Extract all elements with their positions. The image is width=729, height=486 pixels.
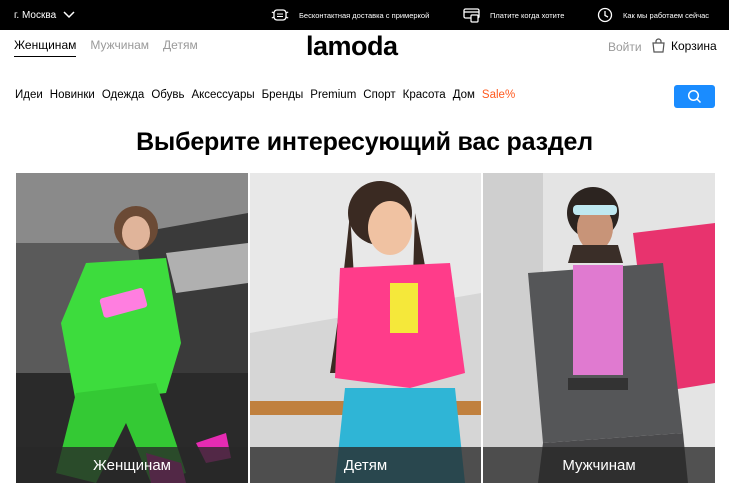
city-label: г. Москва: [14, 9, 57, 21]
nav-item-premium[interactable]: Premium: [310, 89, 356, 101]
tab-women[interactable]: Женщинам: [14, 38, 77, 57]
nav-item-shoes[interactable]: Обувь: [151, 89, 184, 101]
search-button[interactable]: [674, 85, 715, 108]
nav-item-sale[interactable]: Sale%: [482, 89, 515, 101]
nav-item-brands[interactable]: Бренды: [262, 89, 304, 101]
section-tile-women[interactable]: Женщинам: [16, 173, 248, 483]
nav-item-ideas[interactable]: Идеи: [15, 89, 43, 101]
section-tile-kids[interactable]: Детям: [250, 173, 481, 483]
nav-item-new[interactable]: Новинки: [50, 89, 95, 101]
promo-text: Платите когда хотите: [490, 10, 565, 20]
section-tile-men[interactable]: Мужчинам: [483, 173, 715, 483]
gender-tabs: Женщинам Мужчинам Детям: [14, 38, 198, 57]
tile-label: Детям: [250, 447, 481, 483]
card-terminal-icon: [463, 7, 480, 23]
promo-contactless-delivery[interactable]: Бесконтактная доставка с примеркой: [271, 0, 429, 30]
promo-text: Бесконтактная доставка с примеркой: [299, 10, 430, 20]
shopping-bag-icon: [652, 38, 665, 53]
tile-label: Мужчинам: [483, 447, 715, 483]
kids-photo: [250, 173, 481, 483]
top-bar: г. Москва Бесконтактная доставка с приме…: [0, 0, 729, 30]
login-link[interactable]: Войти: [608, 40, 642, 54]
nav-item-home[interactable]: Дом: [453, 89, 475, 101]
page-title: Выберите интересующий вас раздел: [136, 128, 593, 156]
promo-text: Как мы работаем сейчас: [623, 10, 710, 20]
cart-label: Корзина: [671, 38, 717, 53]
nav-item-accessories[interactable]: Аксессуары: [191, 89, 254, 101]
logo[interactable]: lamoda: [306, 31, 398, 61]
chevron-down-icon: [63, 11, 75, 19]
tab-kids[interactable]: Детям: [163, 38, 198, 57]
promo-pay-later[interactable]: Платите когда хотите: [463, 0, 564, 30]
cart-button[interactable]: Корзина: [651, 38, 717, 53]
men-photo: [483, 173, 715, 483]
category-nav: Идеи Новинки Одежда Обувь Аксессуары Бре…: [15, 89, 515, 101]
nav-item-clothes[interactable]: Одежда: [102, 89, 144, 101]
city-selector[interactable]: г. Москва: [14, 0, 76, 30]
nav-item-sport[interactable]: Спорт: [363, 89, 395, 101]
mask-icon: [271, 9, 289, 21]
tile-label: Женщинам: [16, 447, 248, 483]
promo-how-we-work[interactable]: Как мы работаем сейчас: [597, 0, 709, 30]
search-icon: [687, 89, 702, 104]
women-photo: [16, 173, 248, 483]
nav-item-beauty[interactable]: Красота: [403, 89, 446, 101]
clock-icon: [597, 7, 613, 23]
tab-men[interactable]: Мужчинам: [90, 38, 149, 57]
